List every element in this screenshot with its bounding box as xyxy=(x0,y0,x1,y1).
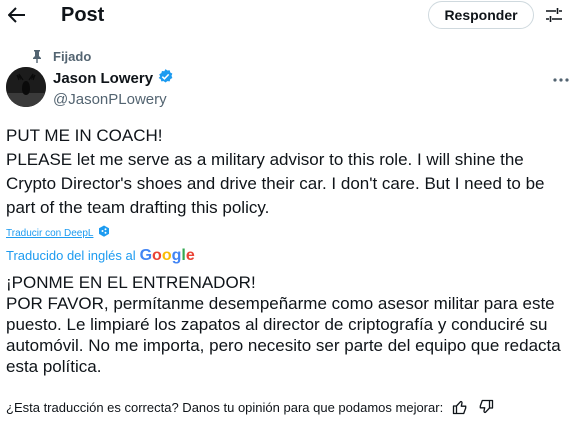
translated-from-label: Traducido del inglés al xyxy=(6,248,136,263)
deepl-link-label[interactable]: Traducir con DeepL xyxy=(6,228,93,240)
translation-line: POR FAVOR, permítanme desempeñarme como … xyxy=(6,294,561,376)
pin-icon xyxy=(32,49,42,63)
deepl-icon xyxy=(98,225,110,242)
reply-button[interactable]: Responder xyxy=(428,1,534,29)
avatar[interactable] xyxy=(6,67,46,107)
translated-text: ¡PONME EN EL ENTRENADOR! POR FAVOR, perm… xyxy=(6,272,576,377)
pinned-label: Fijado xyxy=(53,49,92,64)
translation-line: ¡PONME EN EL ENTRENADOR! xyxy=(6,273,256,292)
feedback-prompt: ¿Esta traducción es correcta? Danos tu o… xyxy=(6,399,444,415)
verified-badge-icon xyxy=(157,68,174,90)
thumbs-up-icon[interactable] xyxy=(451,398,469,416)
google-logo: Google xyxy=(139,247,195,264)
tweet-line: PLEASE let me serve as a military adviso… xyxy=(6,150,545,217)
translation-source: Traducido del inglés al Google xyxy=(6,247,195,264)
author-row: Jason Lowery xyxy=(53,68,174,90)
thumbs-down-icon[interactable] xyxy=(477,398,495,416)
tweet-text: PUT ME IN COACH! PLEASE let me serve as … xyxy=(6,124,576,220)
top-bar: Post Responder xyxy=(0,0,583,32)
author-name[interactable]: Jason Lowery xyxy=(53,70,153,88)
back-arrow-icon[interactable] xyxy=(6,4,28,26)
author-handle[interactable]: @JasonPLowery xyxy=(53,91,167,109)
page-title: Post xyxy=(61,4,105,26)
translation-feedback: ¿Esta traducción es correcta? Danos tu o… xyxy=(6,398,495,416)
more-icon[interactable] xyxy=(553,72,569,82)
tweet-line: PUT ME IN COACH! xyxy=(6,126,163,145)
tune-icon[interactable] xyxy=(543,4,565,26)
deepl-translate-link[interactable]: Traducir con DeepL xyxy=(6,225,110,242)
